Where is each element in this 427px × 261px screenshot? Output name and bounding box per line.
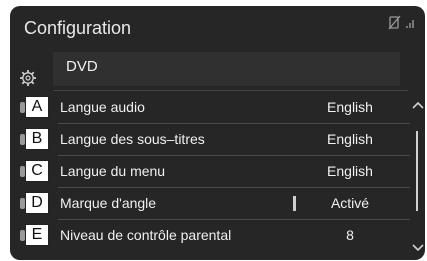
setting-value: English <box>327 163 373 179</box>
setting-row-menu-language[interactable]: C Langue du menu English <box>10 156 410 188</box>
callout-label: E <box>25 224 49 246</box>
setting-label: Langue du menu <box>60 163 166 179</box>
no-disc-signal-icon <box>388 15 414 30</box>
page-title: Configuration <box>24 18 132 38</box>
setting-label: Langue des sous–titres <box>60 131 205 147</box>
section-label: DVD <box>66 58 98 75</box>
setting-row-audio-language[interactable]: A Langue audio English <box>10 92 410 124</box>
divider <box>53 90 408 91</box>
setting-label: Langue audio <box>60 99 145 115</box>
chevron-down-icon[interactable] <box>410 241 425 255</box>
chevron-up-icon[interactable] <box>410 98 425 112</box>
toggle-indicator <box>293 196 296 211</box>
section-header-bar <box>53 52 400 86</box>
scroll-thumb[interactable] <box>416 131 418 211</box>
callout-label: D <box>25 192 49 214</box>
setting-value: 8 <box>346 227 354 243</box>
callout-label: C <box>25 160 49 182</box>
setting-row-parental-control-level[interactable]: E Niveau de contrôle parental 8 <box>10 220 410 252</box>
setting-value: Activé <box>330 195 370 211</box>
setting-value: English <box>327 131 373 147</box>
scrollbar[interactable] <box>408 98 425 258</box>
setting-row-angle-mark[interactable]: D Marque d'angle Activé <box>10 188 410 220</box>
callout-label: A <box>25 96 49 118</box>
setting-label: Niveau de contrôle parental <box>60 227 232 243</box>
setting-label: Marque d'angle <box>60 195 157 211</box>
status-icons <box>387 14 419 32</box>
callout-label: B <box>25 128 49 150</box>
setting-value: English <box>327 99 373 115</box>
setting-row-subtitle-language[interactable]: B Langue des sous–titres English <box>10 124 410 156</box>
settings-gear-icon[interactable] <box>19 69 37 87</box>
dvd-configuration-screen: Configuration DVD A Langue audio English <box>10 6 425 260</box>
